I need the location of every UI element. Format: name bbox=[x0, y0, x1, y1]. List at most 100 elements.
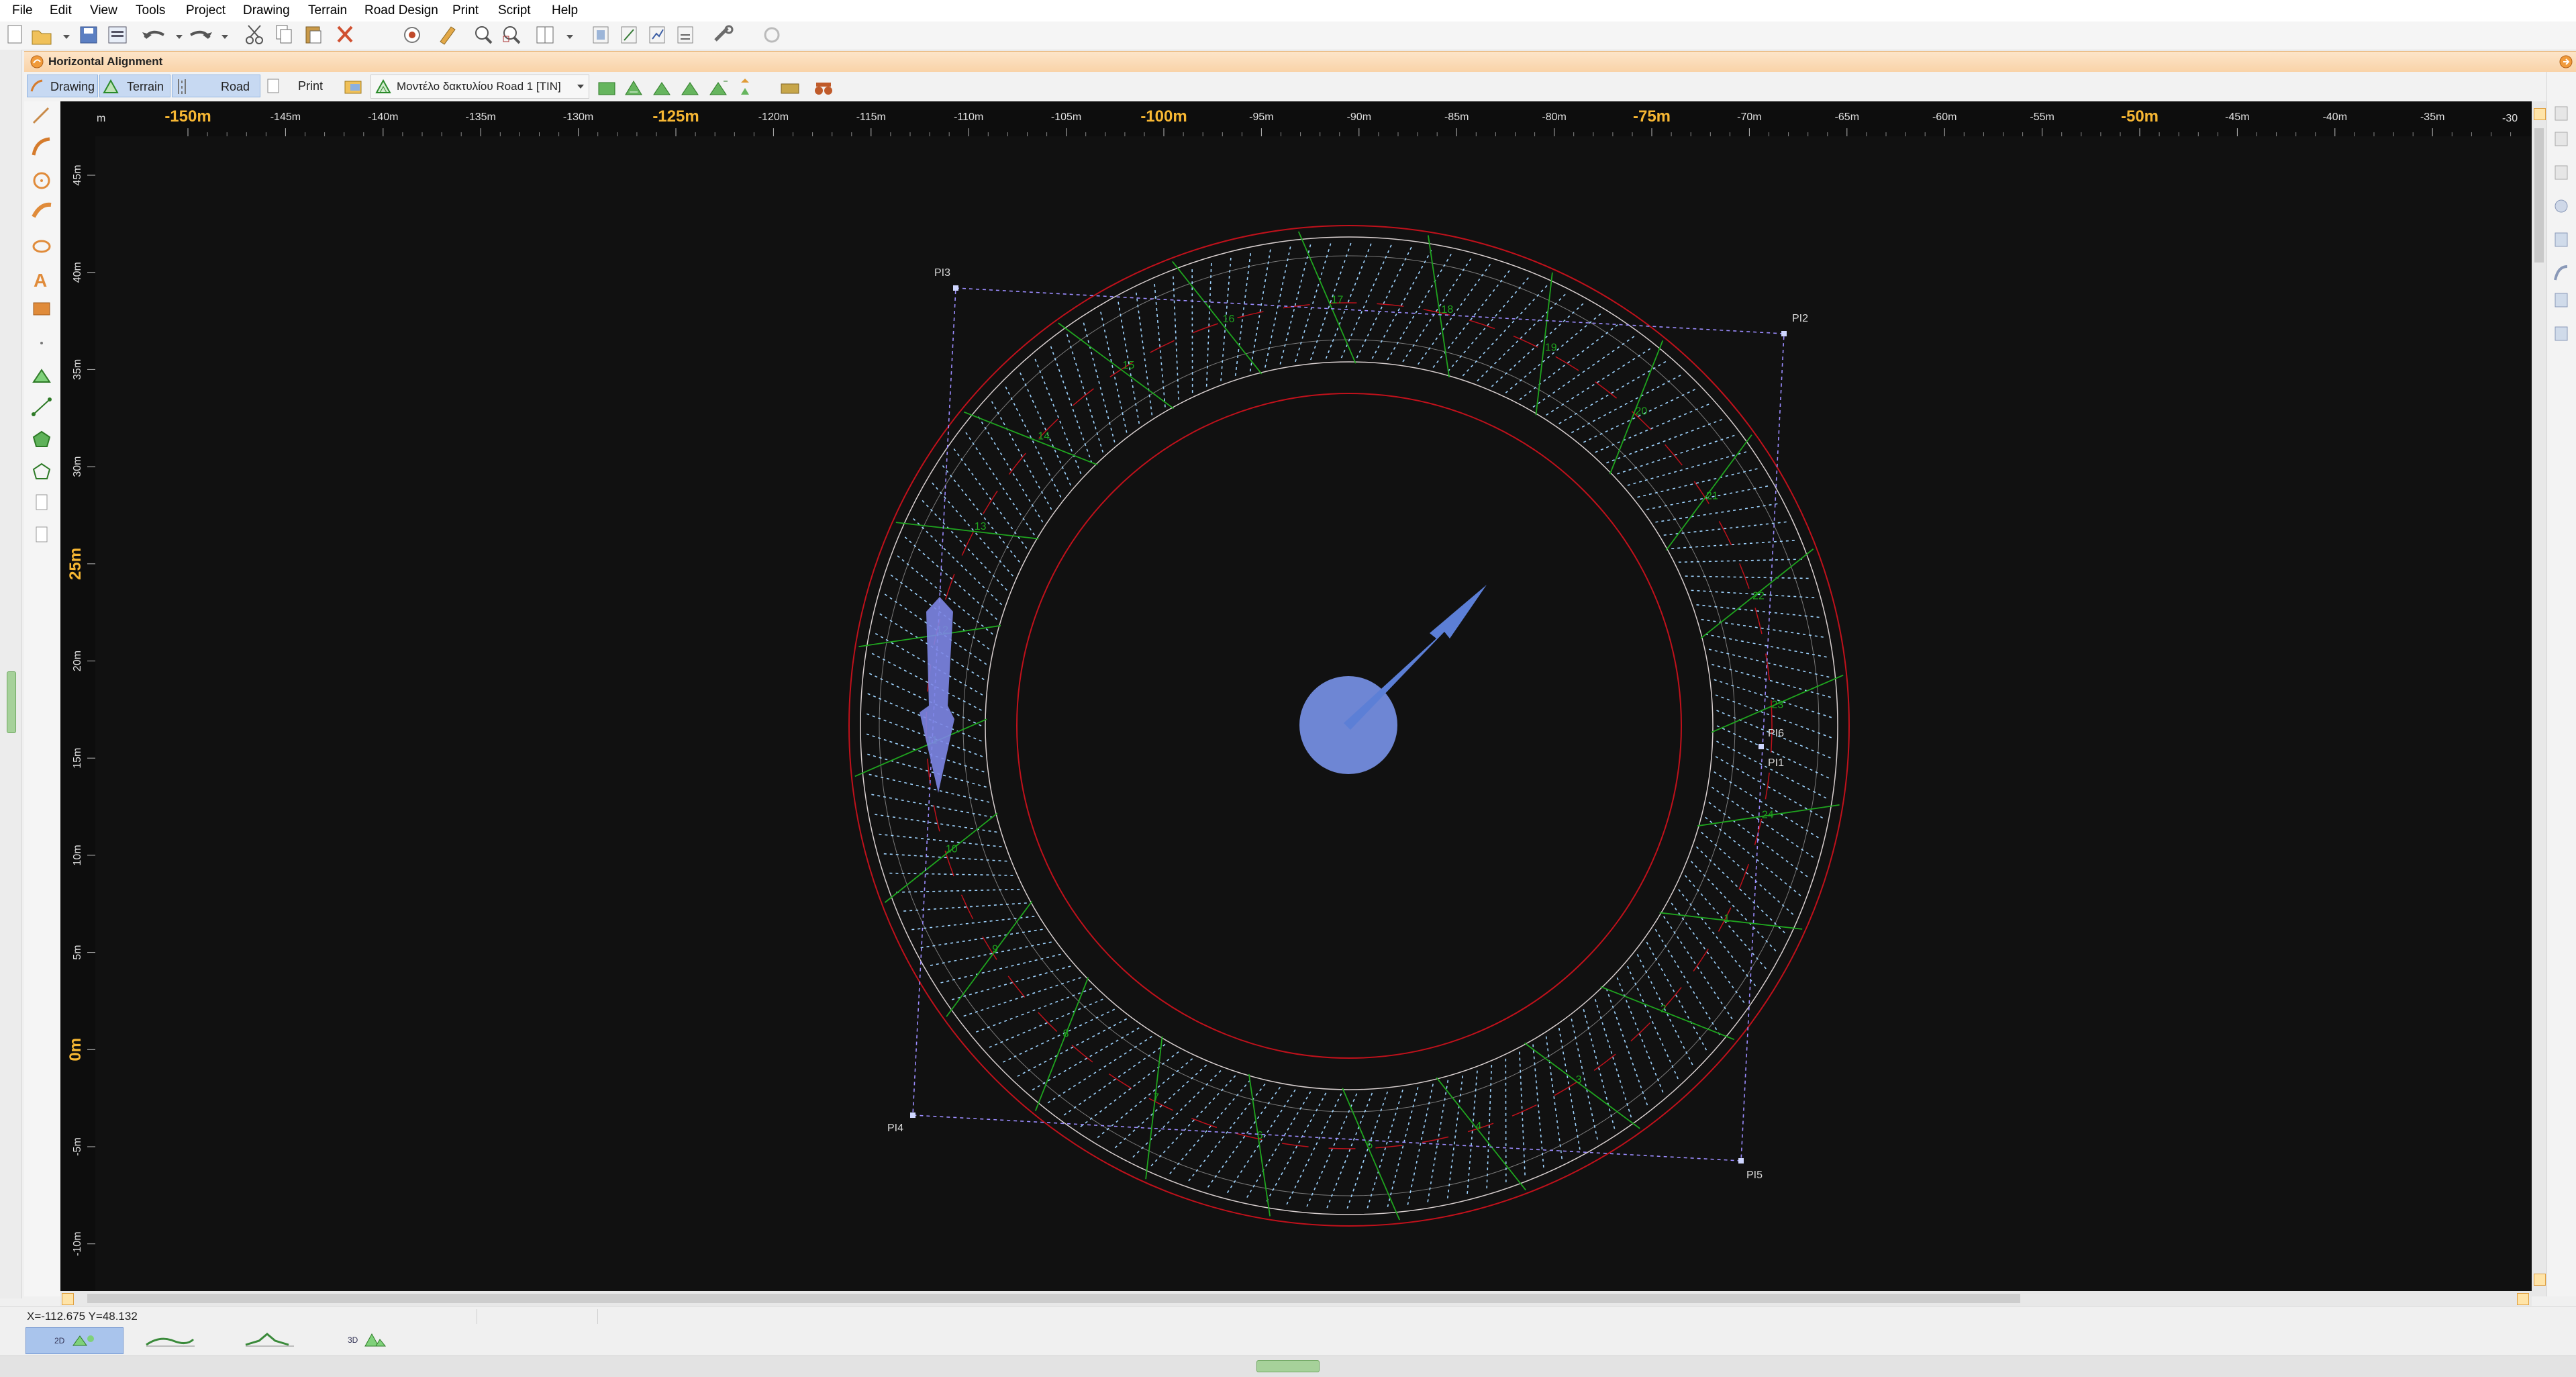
terrain-folder-icon[interactable] bbox=[598, 82, 615, 95]
station-label: 1 bbox=[1724, 913, 1730, 924]
redo-icon[interactable] bbox=[190, 30, 228, 39]
delete-icon[interactable] bbox=[337, 26, 353, 43]
tab-drawing[interactable]: Drawing bbox=[27, 75, 98, 97]
point-tool-icon[interactable] bbox=[40, 342, 43, 344]
menu-file[interactable]: File bbox=[12, 0, 33, 21]
drawing-canvas[interactable]: -150m -145m -140m -135m -130m -125m -120m -115m… bbox=[60, 101, 2532, 1296]
scroll-left-button[interactable] bbox=[62, 1293, 74, 1305]
scroll-down-button[interactable] bbox=[2534, 1274, 2546, 1286]
tab-print[interactable]: Print bbox=[264, 75, 332, 97]
ellipse-tool-icon[interactable] bbox=[32, 240, 51, 253]
panel-tool-3-icon[interactable] bbox=[2555, 165, 2568, 180]
menu-script[interactable]: Script bbox=[498, 0, 531, 21]
station-label: 2 bbox=[1661, 1003, 1667, 1014]
layers-folder-icon[interactable] bbox=[344, 79, 364, 96]
settings-tools-icon[interactable] bbox=[714, 25, 734, 42]
save-as-icon[interactable] bbox=[108, 26, 127, 44]
scroll-thumb-horizontal[interactable] bbox=[87, 1294, 2020, 1303]
cross-section-view-icon[interactable] bbox=[242, 1331, 302, 1350]
station-label: 8 bbox=[1063, 1029, 1069, 1040]
curve-tool-icon[interactable] bbox=[32, 202, 52, 218]
panel-tool-8-icon[interactable] bbox=[2555, 326, 2568, 341]
terrain-grid-icon[interactable] bbox=[781, 83, 799, 94]
menu-tools[interactable]: Tools bbox=[136, 0, 165, 21]
tab-plan-view[interactable]: 2D bbox=[26, 1327, 123, 1354]
terrain-triangle-icon-1[interactable] bbox=[653, 82, 671, 95]
menu-edit[interactable]: Edit bbox=[50, 0, 72, 21]
triangle-tool-icon[interactable] bbox=[32, 369, 51, 383]
open-folder-icon[interactable] bbox=[32, 30, 70, 45]
menu-drawing[interactable]: Drawing bbox=[243, 0, 290, 21]
station-label: 17 bbox=[1332, 295, 1344, 306]
terrain-triangle-icon-3[interactable] bbox=[709, 81, 728, 95]
layer-icon-1[interactable] bbox=[593, 26, 609, 44]
panel-close-icon[interactable] bbox=[2559, 54, 2573, 69]
layout-icon[interactable] bbox=[536, 26, 573, 44]
page-icon-1[interactable] bbox=[36, 494, 48, 510]
station-label: 16 bbox=[1223, 314, 1235, 325]
slope-line-tool-icon[interactable] bbox=[32, 397, 52, 416]
panel-tool-5-icon[interactable] bbox=[2555, 232, 2568, 247]
grading-dashed-line bbox=[973, 988, 1092, 1034]
panel-tool-4-icon[interactable] bbox=[2555, 199, 2568, 213]
model-select[interactable]: Μοντέλο δακτυλίου Road 1 [TIN] bbox=[370, 75, 589, 99]
layer-icon-2[interactable] bbox=[621, 26, 637, 44]
terrain-triangle-icon-2[interactable] bbox=[681, 82, 699, 95]
tab-3d-view[interactable]: 3D bbox=[341, 1327, 395, 1353]
polygon-outline-tool-icon[interactable] bbox=[32, 463, 51, 479]
paste-icon[interactable] bbox=[305, 26, 321, 44]
ruler-x-label: -120m bbox=[758, 111, 789, 123]
binoculars-icon[interactable] bbox=[815, 83, 832, 95]
new-file-icon[interactable] bbox=[7, 25, 22, 44]
menu-project[interactable]: Project bbox=[186, 0, 226, 21]
station-label: 18 bbox=[1441, 304, 1453, 316]
cut-icon[interactable] bbox=[246, 25, 263, 44]
vertical-scrollbar[interactable] bbox=[2532, 101, 2546, 1296]
ruler-y-label: 25m bbox=[66, 548, 85, 580]
panel-tool-2-icon[interactable] bbox=[2555, 132, 2568, 146]
rectangle-tool-icon[interactable] bbox=[33, 302, 50, 316]
panel-tool-1-icon[interactable] bbox=[2555, 106, 2568, 121]
menu-view[interactable]: View bbox=[90, 0, 117, 21]
line-tool-icon[interactable] bbox=[32, 107, 50, 124]
copy-icon[interactable] bbox=[276, 25, 292, 44]
menu-terrain[interactable]: Terrain bbox=[308, 0, 347, 21]
undo-icon[interactable] bbox=[142, 30, 183, 39]
scroll-thumb-vertical[interactable] bbox=[2534, 128, 2544, 263]
profile-view-icon[interactable] bbox=[142, 1331, 203, 1350]
grading-dashed-line bbox=[1356, 244, 1413, 359]
menu-road-design[interactable]: Road Design bbox=[364, 0, 438, 21]
grading-dashed-line bbox=[1206, 1086, 1281, 1190]
panel-tool-6-icon[interactable] bbox=[2554, 265, 2568, 281]
text-tool-icon[interactable]: A bbox=[34, 270, 47, 291]
menu-help[interactable]: Help bbox=[552, 0, 578, 21]
zoom-icon[interactable] bbox=[475, 26, 493, 44]
circle-tool-icon[interactable] bbox=[33, 172, 50, 189]
scroll-right-button[interactable] bbox=[2517, 1293, 2529, 1305]
zoom-window-icon[interactable] bbox=[503, 26, 521, 44]
tab-terrain[interactable]: Terrain bbox=[99, 75, 170, 97]
panel-tool-7-icon[interactable] bbox=[2555, 293, 2568, 307]
menu-print[interactable]: Print bbox=[452, 0, 479, 21]
canvas-svg[interactable]: -150m -145m -140m -135m -130m -125m -120m -115m… bbox=[60, 101, 2532, 1296]
terrain-contour-icon[interactable] bbox=[625, 81, 642, 95]
scroll-up-button[interactable] bbox=[2534, 108, 2546, 120]
tab-road[interactable]: Road bbox=[172, 75, 260, 97]
save-icon[interactable] bbox=[80, 26, 97, 44]
collapse-handle[interactable] bbox=[7, 671, 16, 733]
record-icon[interactable] bbox=[404, 27, 420, 43]
expand-bottom-handle[interactable] bbox=[1256, 1360, 1320, 1372]
page-icon-2[interactable] bbox=[36, 526, 48, 542]
cross-section-line bbox=[1600, 986, 1735, 1041]
polygon-tool-icon[interactable] bbox=[32, 430, 51, 447]
ruler-x-label: -60m bbox=[1932, 111, 1956, 123]
horizontal-scrollbar[interactable] bbox=[60, 1291, 2532, 1306]
layer-icon-3[interactable] bbox=[649, 26, 665, 44]
refresh-icon[interactable] bbox=[764, 27, 780, 43]
grading-dashed-line bbox=[1594, 999, 1633, 1120]
layer-icon-4[interactable] bbox=[677, 26, 693, 44]
ruler-icon[interactable] bbox=[440, 26, 456, 45]
terrain-flag-icon[interactable] bbox=[741, 79, 749, 95]
grading-dashed-line bbox=[866, 773, 990, 803]
arc-tool-icon[interactable] bbox=[32, 137, 50, 156]
